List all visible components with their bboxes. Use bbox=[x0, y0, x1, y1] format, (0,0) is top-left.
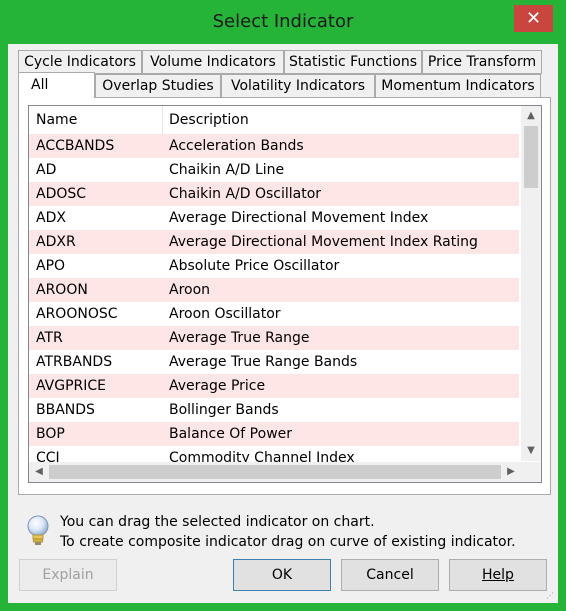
tab-statistic-functions[interactable]: Statistic Functions bbox=[284, 50, 422, 74]
indicator-description: Chaikin A/D Line bbox=[169, 162, 285, 178]
column-header-name[interactable]: Name bbox=[36, 106, 77, 134]
indicator-description: Average Directional Movement Index bbox=[169, 210, 429, 226]
indicator-description: Balance Of Power bbox=[169, 426, 293, 442]
scroll-left-icon[interactable]: ◀ bbox=[29, 462, 49, 482]
list-rows: ACCBANDS Acceleration Bands AD Chaikin A/D … bbox=[29, 134, 519, 470]
indicator-name: ADX bbox=[36, 210, 66, 226]
tab-momentum-indicators[interactable]: Momentum Indicators bbox=[375, 74, 541, 98]
column-header-description[interactable]: Description bbox=[169, 106, 249, 134]
cancel-button[interactable]: Cancel bbox=[341, 559, 439, 591]
indicator-description: Average True Range Bands bbox=[169, 354, 358, 370]
help-button[interactable]: Help bbox=[449, 559, 547, 591]
scroll-down-icon[interactable]: ▼ bbox=[521, 441, 541, 461]
indicator-name: BOP bbox=[36, 426, 65, 442]
list-item[interactable]: AVGPRICE Average Price bbox=[29, 374, 519, 398]
indicator-name: ATRBANDS bbox=[36, 354, 113, 370]
scroll-up-icon[interactable]: ▲ bbox=[521, 106, 541, 126]
tab-panel: Name Description ACCBANDS Acceleration Ba… bbox=[18, 97, 551, 495]
tab-overlap-studies[interactable]: Overlap Studies bbox=[95, 74, 221, 98]
indicator-name: ATR bbox=[36, 330, 63, 346]
explain-button[interactable]: Explain bbox=[19, 559, 117, 591]
list-header: Name Description bbox=[29, 106, 519, 135]
hint-line-1: You can drag the selected indicator on c… bbox=[60, 514, 375, 530]
dialog-window: Select Indicator ✕ Cycle Indicators Volu… bbox=[0, 0, 566, 611]
lightbulb-icon bbox=[27, 515, 49, 545]
tab-volume-indicators[interactable]: Volume Indicators bbox=[142, 50, 284, 74]
indicator-description: Bollinger Bands bbox=[169, 402, 279, 418]
indicator-list[interactable]: Name Description ACCBANDS Acceleration Ba… bbox=[28, 105, 542, 483]
indicator-description: Acceleration Bands bbox=[169, 138, 304, 154]
dialog-client: Cycle Indicators Volume Indicators Stati… bbox=[8, 44, 558, 603]
list-item[interactable]: BOP Balance Of Power bbox=[29, 422, 519, 446]
indicator-description: Absolute Price Oscillator bbox=[169, 258, 340, 274]
indicator-description: Average Price bbox=[169, 378, 266, 394]
ok-button[interactable]: OK bbox=[233, 559, 331, 591]
vertical-scroll-thumb[interactable] bbox=[524, 126, 538, 188]
tab-price-transform[interactable]: Price Transform bbox=[422, 50, 542, 74]
list-item[interactable]: ADX Average Directional Movement Index bbox=[29, 206, 519, 230]
close-icon: ✕ bbox=[525, 8, 542, 29]
scroll-corner bbox=[521, 462, 541, 482]
list-item[interactable]: APO Absolute Price Oscillator bbox=[29, 254, 519, 278]
indicator-name: ACCBANDS bbox=[36, 138, 115, 154]
indicator-name: AROONOSC bbox=[36, 306, 118, 322]
indicator-name: AD bbox=[36, 162, 57, 178]
resize-grip-icon[interactable]: ⋰ bbox=[546, 591, 556, 601]
indicator-description: Chaikin A/D Oscillator bbox=[169, 186, 322, 202]
indicator-name: BBANDS bbox=[36, 402, 95, 418]
list-item[interactable]: ADOSC Chaikin A/D Oscillator bbox=[29, 182, 519, 206]
indicator-name: ADOSC bbox=[36, 186, 87, 202]
indicator-name: AROON bbox=[36, 282, 88, 298]
help-button-label: Help bbox=[482, 567, 514, 583]
indicator-description: Average True Range bbox=[169, 330, 310, 346]
list-item[interactable]: BBANDS Bollinger Bands bbox=[29, 398, 519, 422]
indicator-description: Aroon Oscillator bbox=[169, 306, 281, 322]
list-item[interactable]: AROON Aroon bbox=[29, 278, 519, 302]
hint-line-2: To create composite indicator drag on cu… bbox=[60, 534, 516, 550]
window-title: Select Indicator bbox=[212, 11, 354, 32]
column-divider[interactable] bbox=[162, 106, 163, 134]
scroll-right-icon[interactable]: ▶ bbox=[501, 462, 521, 482]
vertical-scrollbar[interactable]: ▲ ▼ bbox=[521, 106, 541, 461]
list-item[interactable]: ADXR Average Directional Movement Index R… bbox=[29, 230, 519, 254]
tab-all[interactable]: All bbox=[18, 72, 95, 98]
list-item[interactable]: ATRBANDS Average True Range Bands bbox=[29, 350, 519, 374]
tab-cycle-indicators[interactable]: Cycle Indicators bbox=[18, 50, 142, 74]
list-item[interactable]: ACCBANDS Acceleration Bands bbox=[29, 134, 519, 158]
tab-volatility-indicators[interactable]: Volatility Indicators bbox=[221, 74, 375, 98]
indicator-name: ADXR bbox=[36, 234, 76, 250]
indicator-name: AVGPRICE bbox=[36, 378, 107, 394]
title-bar[interactable]: Select Indicator ✕ bbox=[0, 0, 566, 44]
list-item[interactable]: ATR Average True Range bbox=[29, 326, 519, 350]
list-item[interactable]: AD Chaikin A/D Line bbox=[29, 158, 519, 182]
list-item[interactable]: AROONOSC Aroon Oscillator bbox=[29, 302, 519, 326]
indicator-description: Aroon bbox=[169, 282, 211, 298]
horizontal-scroll-thumb[interactable] bbox=[49, 465, 501, 479]
indicator-description: Average Directional Movement Index Ratin… bbox=[169, 234, 478, 250]
horizontal-scrollbar[interactable]: ◀ ▶ bbox=[29, 462, 521, 482]
indicator-name: APO bbox=[36, 258, 66, 274]
close-button[interactable]: ✕ bbox=[514, 5, 553, 32]
